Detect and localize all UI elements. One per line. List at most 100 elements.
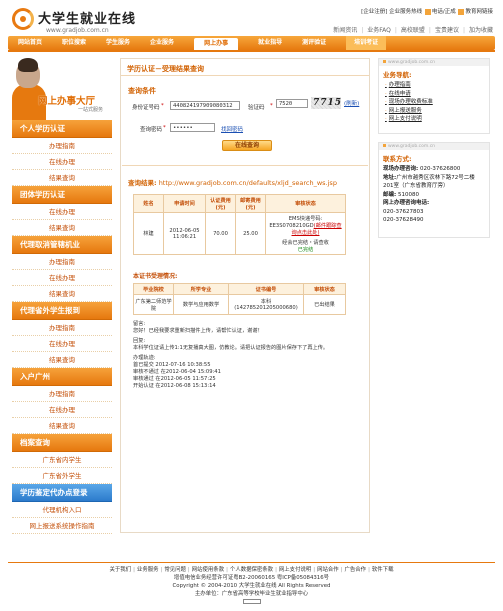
- password-input[interactable]: ••••••: [170, 123, 215, 132]
- ems-label: EMS快递号码:: [288, 215, 323, 222]
- sidebar-item-result[interactable]: 结果查询: [12, 352, 112, 368]
- result-url[interactable]: http://www.gradjob.com.cn/defaults/xljd_…: [159, 179, 337, 187]
- education-link[interactable]: 教育网链接: [465, 9, 493, 15]
- forgot-password-link[interactable]: 找回密码: [221, 125, 243, 133]
- sidebar-item-online[interactable]: 在线办理: [12, 402, 112, 418]
- enterprise-register-link[interactable]: [企业注册]: [361, 9, 387, 15]
- sidebar-item-guide[interactable]: 办理指南: [12, 254, 112, 270]
- sidebar-item-operation-guide[interactable]: 网上报送系统操作指南: [12, 518, 112, 534]
- contact-box: www.gradjob.com.cn 联系方式: 现场办理咨询: 020-376…: [378, 142, 490, 238]
- status-badge: 已完结: [297, 246, 314, 253]
- sidebar-item-result[interactable]: 结果查询: [12, 220, 112, 236]
- banner-title: 网上办事大厅: [38, 96, 96, 107]
- contact-phone: 现场办理咨询: 020-37626800: [379, 165, 489, 174]
- top-link-suggest[interactable]: 宝贵建议: [425, 27, 459, 34]
- password-label: 查询密码: [140, 127, 163, 133]
- sidebar-item-guide[interactable]: 办理指南: [12, 320, 112, 336]
- footer-link[interactable]: 个人数据保密条款: [224, 567, 273, 573]
- banner-subtitle: 一站式服务: [78, 107, 104, 113]
- required-mark: *: [163, 125, 166, 131]
- footer-link[interactable]: 网站使用条款: [186, 567, 224, 573]
- business-nav-item[interactable]: 网上报送服务: [385, 107, 485, 116]
- sidebar-item-agent-entry[interactable]: 代理机构入口: [12, 502, 112, 518]
- business-nav-item[interactable]: 现场办理收费标准: [385, 98, 485, 107]
- id-number-input[interactable]: 440824197909080312: [170, 101, 240, 110]
- result-header: 查询结果: http://www.gradjob.com.cn/defaults…: [128, 177, 337, 187]
- nav-training[interactable]: 培训考证: [346, 36, 387, 50]
- top-link-faq[interactable]: 业务FAQ: [357, 27, 391, 34]
- contact-postcode-label: 邮编:: [383, 191, 397, 198]
- footer-link[interactable]: 关于我们: [110, 567, 132, 573]
- business-nav-item[interactable]: 办理指南: [385, 81, 485, 90]
- site-logo[interactable]: 大学生就业在线 www.gradjob.com.cn: [12, 6, 152, 36]
- footer-link[interactable]: 业务服务: [131, 567, 158, 573]
- query-button[interactable]: 在线查询: [222, 140, 272, 151]
- table-header-row: 毕业院校 所学专业 证书编号 审核状态: [133, 283, 346, 295]
- reply-text: 本科学位证请上传1:1无复播真大图，仿教论。请把认证报告的图片保存下了再上传。: [133, 345, 329, 351]
- online-hall-banner: 网上办事大厅 一站式服务: [12, 56, 112, 120]
- sidebar-item-online[interactable]: 在线办理: [12, 204, 112, 220]
- sidebar-head-guangzhou-hukou[interactable]: 入户广州: [12, 368, 112, 386]
- enterprise-service-link[interactable]: 企业服务热线: [389, 9, 422, 15]
- captcha-refresh-link[interactable]: (刷新): [344, 99, 359, 107]
- sidebar-item-result[interactable]: 结果查询: [12, 286, 112, 302]
- sidebar-head-group-cert[interactable]: 团体学历认证: [12, 186, 112, 204]
- footer-link[interactable]: 广告合作: [339, 567, 366, 573]
- id-label: 身份证号码: [132, 105, 160, 111]
- cell-name: 林建: [133, 212, 164, 255]
- table-row: 广东第二师范学院 数学与应用数学 本科(142785201205000680) …: [133, 294, 346, 315]
- nav-student-service[interactable]: 学生服务: [106, 36, 130, 50]
- status-text: 经会已完结・请查收: [282, 239, 329, 246]
- banner-person-icon: [16, 58, 40, 88]
- top-nav-links: 新闻资讯业务FAQ高校联盟宝贵建议加为收藏: [333, 25, 493, 34]
- footer-link[interactable]: 网站合作: [311, 567, 338, 573]
- sidebar-item-guide[interactable]: 办理指南: [12, 138, 112, 154]
- top-link-news[interactable]: 新闻资讯: [333, 27, 357, 34]
- footer-link[interactable]: 软件下载: [366, 567, 393, 573]
- footer-link[interactable]: 常见问题: [159, 567, 186, 573]
- edu-icon: [458, 8, 465, 15]
- reply-label: 回复:: [133, 338, 146, 344]
- leave-message-label: 留言:: [133, 321, 146, 327]
- footer-link[interactable]: 网上支付说明: [273, 567, 311, 573]
- cell-postage: 25.00: [235, 212, 266, 255]
- col-cert-no: 证书编号: [228, 283, 304, 295]
- nav-job-search[interactable]: 职位搜索: [62, 36, 86, 50]
- cell-fee: 70.00: [205, 212, 236, 255]
- title-divider: [121, 75, 369, 76]
- nav-enterprise-service[interactable]: 企业服务: [150, 36, 174, 50]
- query-section-title: 查询条件: [128, 87, 156, 95]
- business-nav-box: www.gradjob.com.cn 业务导航: 办理指南 在线申请 现场办理收…: [378, 58, 490, 134]
- business-nav-item[interactable]: 网上支付说明: [385, 115, 485, 124]
- application-table: 姓名 申请时间 认证费用(元) 邮寄费用(元) 审核状态 林建 2012-06-…: [133, 194, 346, 255]
- sidebar-item-result[interactable]: 结果查询: [12, 170, 112, 186]
- nav-guidance[interactable]: 就业指导: [258, 36, 282, 50]
- col-major: 所学专业: [173, 283, 229, 295]
- required-mark: *: [270, 103, 273, 109]
- process-step: 首已提交 2012-07-16 10:38:55: [133, 362, 211, 368]
- sidebar-item-online[interactable]: 在线办理: [12, 154, 112, 170]
- sidebar-head-cancel-jurisdiction[interactable]: 代理取消管辖机业: [12, 236, 112, 254]
- sidebar-item-result[interactable]: 结果查询: [12, 418, 112, 434]
- nav-online-service[interactable]: 网上办事: [194, 38, 239, 50]
- ems-number: EE3S0708210GD: [269, 222, 314, 229]
- contact-online-phone: 020-37628490: [383, 217, 424, 223]
- captcha-input[interactable]: 7520: [276, 99, 308, 108]
- sidebar-head-archive-query[interactable]: 档案查询: [12, 434, 112, 452]
- nav-evaluation[interactable]: 测评验证: [302, 36, 326, 50]
- sidebar-head-agent-login[interactable]: 学历鉴定代办点登录: [12, 484, 112, 502]
- top-link-favorite[interactable]: 加为收藏: [459, 27, 493, 34]
- sidebar-head-outprovince-report[interactable]: 代理省外学生报到: [12, 302, 112, 320]
- contact-address: 地址:广州市越秀区农林下路72号二楼201室（广东省教育厅旁）: [379, 174, 489, 191]
- sidebar-item-in-province[interactable]: 广东省内学生: [12, 452, 112, 468]
- sidebar-item-out-province[interactable]: 广东省外学生: [12, 468, 112, 484]
- top-link-alliance[interactable]: 高校联盟: [391, 27, 425, 34]
- email-link[interactable]: 电话/正成: [432, 9, 456, 15]
- business-nav-item[interactable]: 在线申请: [385, 90, 485, 99]
- sidebar-item-guide[interactable]: 办理指南: [12, 386, 112, 402]
- sidebar-head-personal-cert[interactable]: 个人学历认证: [12, 120, 112, 138]
- sidebar-item-online[interactable]: 在线办理: [12, 270, 112, 286]
- sidebar-item-online[interactable]: 在线办理: [12, 336, 112, 352]
- nav-home[interactable]: 网站首页: [18, 36, 42, 50]
- footer: 关于我们业务服务常见问题网站使用条款个人数据保密条款网上支付说明网站合作广告合作…: [8, 566, 495, 606]
